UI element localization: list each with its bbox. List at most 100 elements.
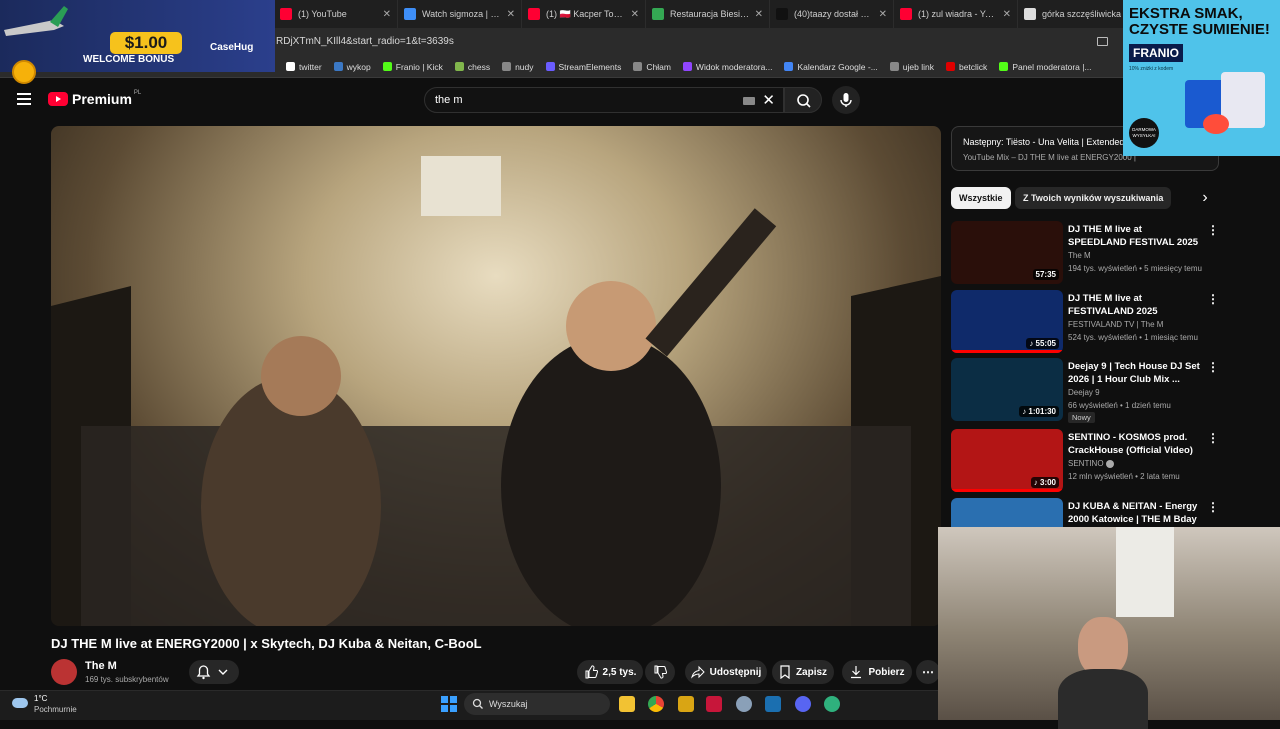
- video-duration: 57:35: [1032, 269, 1059, 280]
- more-options-icon[interactable]: ⋮: [1207, 431, 1219, 445]
- voice-search-button[interactable]: [832, 86, 860, 114]
- download-icon: [851, 666, 862, 679]
- recommendation-item[interactable]: 57:35 DJ THE M live at SPEEDLAND FESTIVAL…: [951, 221, 1221, 285]
- browser-tab[interactable]: (40)taazy dostał man ✕: [770, 0, 894, 28]
- recommendation-title[interactable]: DJ THE M live at FESTIVALAND 2025: [1068, 292, 1203, 318]
- keyboard-icon[interactable]: [743, 97, 755, 105]
- recommendation-title[interactable]: SENTINO - KOSMOS prod. CrackHouse (Offic…: [1068, 431, 1203, 457]
- bookmark-item[interactable]: StreamElements: [545, 62, 621, 72]
- recommendation-title[interactable]: Deejay 9 | Tech House DJ Set 2026 | 1 Ho…: [1068, 360, 1203, 386]
- coin-icon: [12, 60, 36, 84]
- tab-close-icon[interactable]: ✕: [631, 9, 639, 20]
- video-player[interactable]: [51, 126, 941, 626]
- more-options-icon[interactable]: ⋮: [1207, 223, 1219, 237]
- search-button[interactable]: [784, 87, 822, 113]
- bookmark-item[interactable]: Kalendarz Google -...: [784, 62, 878, 72]
- more-options-icon[interactable]: ⋮: [1207, 292, 1219, 306]
- bookmark-item[interactable]: twitter: [286, 62, 322, 72]
- discord-icon[interactable]: [795, 696, 811, 712]
- file-explorer-icon[interactable]: [619, 696, 635, 712]
- recommendation-title[interactable]: DJ KUBA & NEITAN - Energy 2000 Katowice …: [1068, 500, 1203, 526]
- bookmark-label: chess: [467, 61, 491, 72]
- bookmark-favicon-icon: [545, 62, 555, 71]
- clear-search-icon[interactable]: ✕: [762, 91, 775, 109]
- recommendation-item[interactable]: ♪ 1:01:30 Deejay 9 | Tech House DJ Set 20…: [951, 358, 1221, 423]
- browser-globe-icon[interactable]: [824, 696, 840, 712]
- install-app-icon[interactable]: [1097, 37, 1108, 46]
- browser-tab[interactable]: (1) 🇵🇱 Kacper Tomasia ✕: [522, 0, 646, 28]
- bookmark-item[interactable]: betclick: [945, 62, 987, 72]
- tab-favicon-icon: [280, 8, 292, 20]
- franio-ad-overlay: EKSTRA SMAK, CZYSTE SUMIENIE! FRANIO 10%…: [1123, 0, 1280, 156]
- chrome-icon[interactable]: [648, 696, 664, 712]
- chip-all[interactable]: Wszystkie: [951, 187, 1011, 209]
- browser-tab[interactable]: (1) zul wiadra - YouTu ✕: [894, 0, 1018, 28]
- video-thumbnail[interactable]: ♪ 1:01:30: [951, 358, 1063, 421]
- bookmark-favicon-icon: [454, 62, 464, 71]
- recommendation-meta: 12 mln wyświetleń • 2 lata temu: [1068, 472, 1180, 481]
- bookmark-item[interactable]: ujeb link: [889, 62, 934, 72]
- browser-tab[interactable]: Watch sigmoza | Strea ✕: [398, 0, 522, 28]
- bookmark-item[interactable]: Widok moderatora...: [682, 62, 772, 72]
- save-button[interactable]: Zapisz: [772, 660, 834, 684]
- youtube-logo[interactable]: Premium PL: [48, 90, 142, 107]
- tab-title: (40)taazy dostał man: [794, 9, 875, 19]
- channel-name[interactable]: The M: [85, 660, 117, 672]
- chip-search-results[interactable]: Z Twoich wyników wyszukiwania: [1015, 187, 1172, 209]
- url-text[interactable]: RDjXTmN_KIll4&start_radio=1&t=3639s: [276, 36, 454, 47]
- up-next-subtitle: YouTube Mix – DJ THE M live at ENERGY200…: [963, 153, 1138, 162]
- more-options-icon[interactable]: ⋮: [1207, 500, 1219, 514]
- tab-close-icon[interactable]: ✕: [383, 9, 391, 20]
- notification-button[interactable]: [189, 660, 239, 684]
- bookmark-favicon-icon: [682, 62, 692, 71]
- share-button[interactable]: Udostępnij: [685, 660, 767, 684]
- taskbar-search[interactable]: Wyszukaj: [464, 693, 610, 715]
- verified-icon: [1105, 459, 1114, 468]
- recommendation-title[interactable]: DJ THE M live at SPEEDLAND FESTIVAL 2025: [1068, 223, 1203, 249]
- video-thumbnail[interactable]: ♪ 55:05: [951, 290, 1063, 353]
- channel-avatar[interactable]: [51, 659, 77, 685]
- windows-start-icon[interactable]: [441, 696, 457, 712]
- bookmark-favicon-icon: [382, 62, 392, 71]
- video-thumbnail[interactable]: ♪ 3:00: [951, 429, 1063, 492]
- tab-title: (1) YouTube: [298, 9, 347, 19]
- video-thumbnail[interactable]: 57:35: [951, 221, 1063, 284]
- bookmark-favicon-icon: [633, 62, 643, 71]
- app-icon-red[interactable]: [706, 696, 722, 712]
- recommendation-item[interactable]: ♪ 3:00 SENTINO - KOSMOS prod. CrackHouse …: [951, 429, 1221, 493]
- bookmark-item[interactable]: Chłam: [633, 62, 671, 72]
- more-options-icon[interactable]: ⋮: [1207, 360, 1219, 374]
- more-actions-button[interactable]: ⋯: [916, 660, 940, 684]
- bookmark-item[interactable]: Panel moderatora |...: [999, 62, 1092, 72]
- tab-close-icon[interactable]: ✕: [1003, 9, 1011, 20]
- like-button[interactable]: 2,5 tys.: [577, 660, 643, 684]
- webcam-overlay: [938, 527, 1280, 729]
- taskbar-search-label: Wyszukaj: [489, 699, 528, 709]
- tab-close-icon[interactable]: ✕: [879, 9, 887, 20]
- menu-icon[interactable]: [17, 93, 31, 105]
- browser-tab[interactable]: Restauracja Biesiada ✕: [646, 0, 770, 28]
- settings-icon[interactable]: [736, 696, 752, 712]
- dislike-button[interactable]: [645, 660, 675, 684]
- search-input[interactable]: the m: [435, 94, 463, 106]
- tab-close-icon[interactable]: ✕: [755, 9, 763, 20]
- browser-tab[interactable]: (1) YouTube ✕: [274, 0, 398, 28]
- logo-region: PL: [133, 90, 142, 96]
- chips-next-arrow[interactable]: ›: [1197, 187, 1213, 209]
- app-icon-gold[interactable]: [678, 696, 694, 712]
- recommendation-channel: The M: [1068, 251, 1091, 260]
- bookmark-item[interactable]: chess: [454, 61, 491, 72]
- search-icon: [472, 698, 483, 709]
- weather-condition: Pochmurnie: [34, 705, 77, 714]
- tab-close-icon[interactable]: ✕: [507, 9, 515, 20]
- steam-icon[interactable]: [765, 696, 781, 712]
- recommendation-item[interactable]: ♪ 55:05 DJ THE M live at FESTIVALAND 2025…: [951, 290, 1221, 354]
- download-button[interactable]: Pobierz: [842, 660, 912, 684]
- search-box[interactable]: the m ✕: [424, 87, 784, 113]
- casino-promo-overlay: $1.00 WELCOME BONUS CaseHug: [0, 0, 275, 84]
- ad-stamp: DARMOWA WYSYŁKA!: [1129, 118, 1159, 148]
- bookmark-item[interactable]: wykop: [333, 62, 371, 72]
- bookmark-item[interactable]: nudy: [502, 62, 534, 72]
- bookmark-item[interactable]: Franio | Kick: [382, 62, 443, 72]
- temperature: 1°C: [34, 694, 48, 703]
